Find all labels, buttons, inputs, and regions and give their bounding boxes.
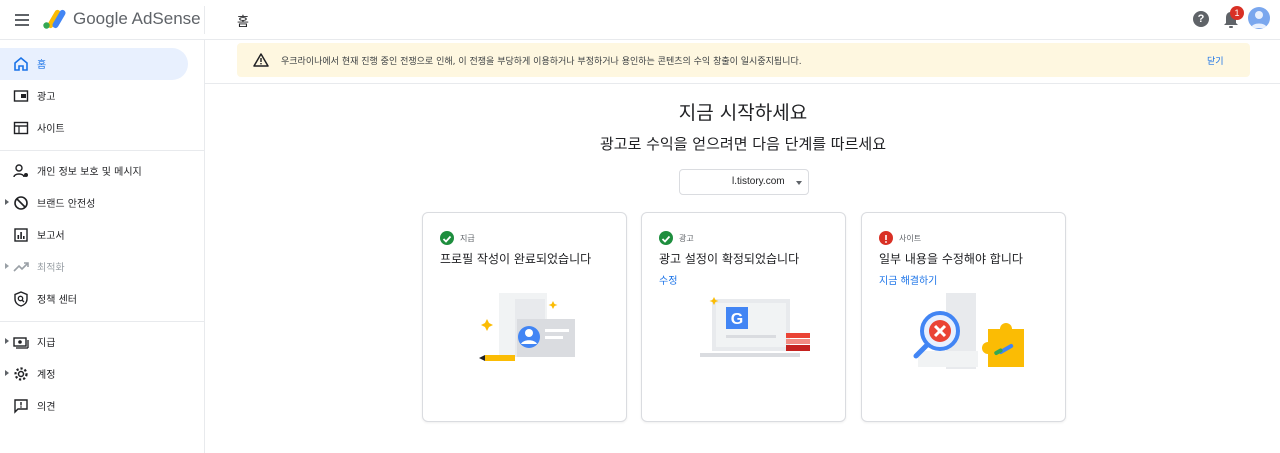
sidebar-item-label: 의견 (37, 402, 56, 413)
notification-count-badge: 1 (1230, 6, 1244, 20)
sidebar-item-reports[interactable]: 보고서 (0, 219, 188, 251)
step-label: 지급 (460, 234, 475, 243)
check-circle-icon (659, 231, 673, 245)
content-divider (205, 83, 1280, 84)
step-title: 일부 내용을 수정해야 합니다 (879, 252, 1023, 266)
header-divider (204, 6, 205, 34)
reports-icon (14, 228, 28, 242)
page-title: 홈 (237, 15, 249, 30)
sidebar-item-home[interactable]: 홈 (0, 48, 188, 80)
sidebar-item-feedback[interactable]: 의견 (0, 390, 188, 422)
sidebar-item-label: 계정 (37, 370, 56, 381)
feedback-icon (14, 399, 28, 414)
step-card-payments[interactable]: 지급 프로필 작성이 완료되었습니다 (422, 212, 627, 422)
fix-now-link[interactable]: 지금 해결하기 (879, 272, 937, 287)
account-avatar[interactable] (1248, 7, 1270, 29)
sidebar-item-sites[interactable]: 사이트 (0, 112, 188, 144)
step-title: 광고 설정이 확정되었습니다 (659, 252, 800, 266)
policy-alert-banner: 우크라이나에서 현재 진행 중인 전쟁으로 인해, 이 전쟁을 부당하게 이용하… (237, 43, 1250, 77)
trending-icon (13, 262, 29, 272)
error-circle-icon (879, 231, 893, 245)
check-circle-icon (440, 231, 454, 245)
step-label: 광고 (679, 234, 694, 243)
sidebar-item-brand-safety[interactable]: 브랜드 안전성 (0, 187, 188, 219)
sidebar-item-optimization[interactable]: 최적화 (0, 251, 188, 283)
sidebar-item-label: 브랜드 안전성 (37, 199, 96, 210)
page-subheading: 광고로 수익을 얻으려면 다음 단계를 따르세요 (599, 135, 887, 153)
warning-icon (253, 53, 269, 67)
dropdown-arrow-icon (796, 181, 802, 185)
block-icon (14, 196, 28, 210)
profile-illustration-icon (479, 293, 575, 361)
step-card-sites[interactable]: 사이트 일부 내용을 수정해야 합니다 지금 해결하기 (861, 212, 1066, 422)
sidebar-item-label: 사이트 (37, 124, 65, 135)
sidebar-item-payments[interactable]: 지급 (0, 326, 188, 358)
brand-name[interactable]: Google AdSense (73, 9, 201, 29)
sidebar-item-label: 지급 (37, 338, 56, 349)
policy-icon (14, 291, 28, 307)
sidebar-item-policy-center[interactable]: 정책 센터 (0, 283, 188, 315)
sidebar-item-label: 광고 (37, 92, 56, 103)
menu-bar (15, 19, 29, 21)
sidebar-nav: 홈 광고 사이트 개인 정보 보호 및 메시지 브랜드 안전성 보고서 최적화 … (0, 40, 205, 453)
settings-icon (14, 367, 28, 381)
expand-caret-icon (5, 199, 9, 205)
top-app-bar: Google AdSense 홈 ? 1 (0, 0, 1280, 40)
privacy-icon (13, 164, 28, 178)
sites-icon (13, 121, 29, 135)
sidebar-divider (0, 321, 205, 322)
sidebar-item-label: 개인 정보 보호 및 메시지 (37, 167, 142, 178)
menu-bar (15, 24, 29, 26)
expand-caret-icon (5, 370, 9, 376)
ads-icon (13, 90, 29, 102)
sidebar-item-ads[interactable]: 광고 (0, 80, 188, 112)
sidebar-item-label: 보고서 (37, 231, 65, 242)
user-avatar-icon (1251, 11, 1267, 28)
step-card-ads[interactable]: 광고 광고 설정이 확정되었습니다 수정 G (641, 212, 846, 422)
step-title: 프로필 작성이 완료되었습니다 (440, 252, 592, 266)
selected-site: l.tistory.com (732, 176, 785, 187)
site-issue-illustration-icon (913, 293, 1024, 369)
sidebar-item-account[interactable]: 계정 (0, 358, 188, 390)
sidebar-item-label: 정책 센터 (37, 295, 77, 306)
payments-icon (13, 337, 29, 349)
banner-dismiss-button[interactable]: 닫기 (1207, 54, 1224, 67)
help-icon[interactable]: ? (1193, 11, 1209, 27)
adsense-logo-icon[interactable] (42, 8, 66, 30)
menu-bar (15, 14, 29, 16)
svg-text:G: G (731, 311, 743, 328)
step-label: 사이트 (899, 234, 922, 243)
sidebar-divider (0, 150, 205, 151)
expand-caret-icon (5, 338, 9, 344)
main-menu-button[interactable] (12, 10, 32, 30)
sidebar-item-privacy-messaging[interactable]: 개인 정보 보호 및 메시지 (0, 155, 188, 187)
laptop-ad-illustration-icon: G (700, 297, 810, 357)
expand-caret-icon (5, 263, 9, 269)
site-selector-dropdown[interactable]: l.tistory.com (679, 169, 809, 195)
page-heading: 지금 시작하세요 (678, 102, 808, 124)
sidebar-item-label: 최적화 (37, 263, 65, 274)
banner-message: 우크라이나에서 현재 진행 중인 전쟁으로 인해, 이 전쟁을 부당하게 이용하… (281, 57, 802, 67)
sidebar-item-label: 홈 (37, 60, 47, 71)
edit-link[interactable]: 수정 (659, 272, 677, 287)
home-icon (14, 56, 28, 71)
